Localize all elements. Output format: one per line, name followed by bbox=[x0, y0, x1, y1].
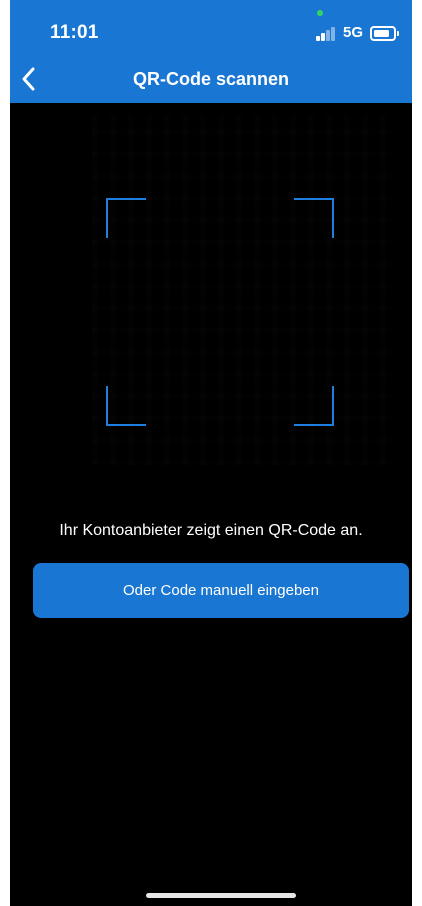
scan-frame-corner-top-left bbox=[106, 198, 146, 238]
camera-in-use-indicator bbox=[317, 10, 323, 16]
scan-frame-corner-bottom-right bbox=[294, 386, 334, 426]
camera-viewfinder: Ihr Kontoanbieter zeigt einen QR-Code an… bbox=[10, 103, 412, 906]
app-screen: 11:01 5G QR-Code scannen Ihr Kontoanbiet… bbox=[10, 0, 412, 906]
scan-frame-corner-top-right bbox=[294, 198, 334, 238]
header: 11:01 5G QR-Code scannen bbox=[10, 0, 412, 103]
signal-bars-icon bbox=[316, 27, 342, 41]
scan-frame bbox=[106, 198, 334, 426]
enter-code-manually-button[interactable]: Oder Code manuell eingeben bbox=[33, 563, 409, 618]
scan-frame-corner-bottom-left bbox=[106, 386, 146, 426]
battery-icon bbox=[370, 26, 399, 41]
status-time: 11:01 bbox=[50, 22, 99, 43]
scan-hint-text: Ihr Kontoanbieter zeigt einen QR-Code an… bbox=[59, 522, 363, 539]
home-indicator[interactable] bbox=[146, 893, 296, 898]
page-title: QR-Code scannen bbox=[132, 69, 290, 89]
network-type: 5G bbox=[343, 24, 364, 41]
